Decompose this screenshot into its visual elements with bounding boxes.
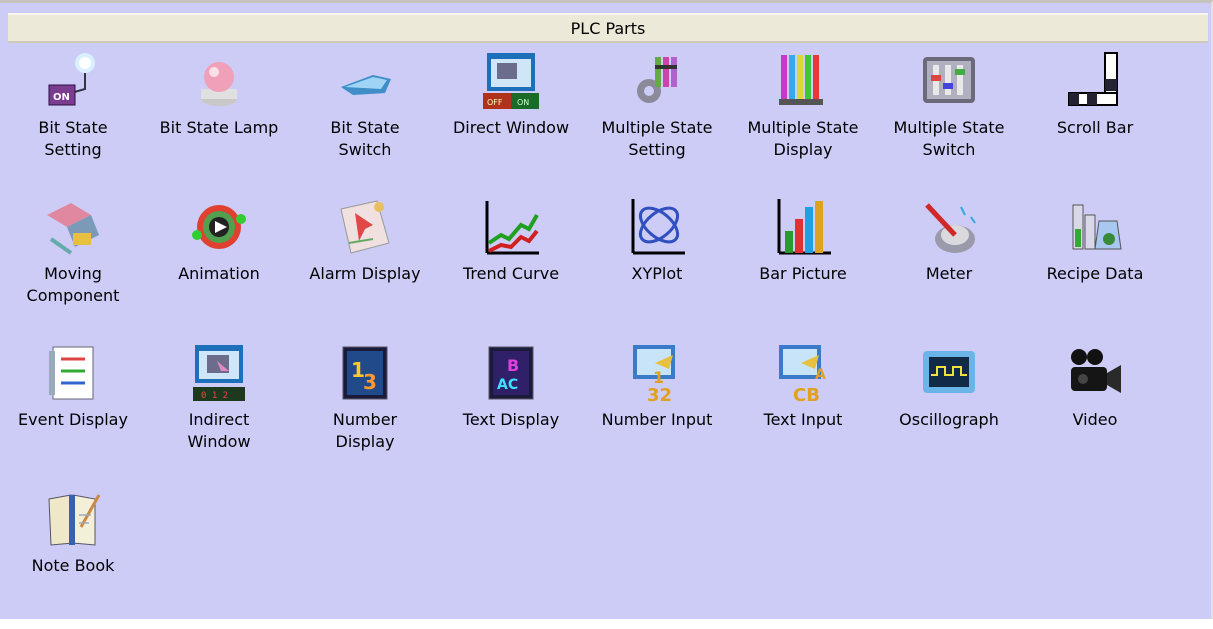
panel-title: PLC Parts <box>570 18 646 38</box>
svg-text:B: B <box>507 356 519 375</box>
part-item[interactable]: 1 32 Number Input <box>584 337 730 483</box>
part-item[interactable]: Bar Picture <box>730 191 876 337</box>
svg-text:3: 3 <box>363 370 377 394</box>
xyplot-icon <box>625 195 689 259</box>
part-item[interactable]: Alarm Display <box>292 191 438 337</box>
part-label: XYPlot <box>631 264 683 283</box>
svg-text:CB: CB <box>793 385 820 405</box>
part-item[interactable]: 0 1 2 Indirect Window <box>146 337 292 483</box>
multi-state-switch-icon <box>917 49 981 113</box>
trend-curve-icon <box>479 195 543 259</box>
plc-parts-panel: PLC Parts ON Bit State Setting Bit State L… <box>0 0 1213 619</box>
part-label: Oscillograph <box>899 410 999 429</box>
alarm-display-icon <box>333 195 397 259</box>
meter-icon <box>917 195 981 259</box>
part-item[interactable]: XYPlot <box>584 191 730 337</box>
direct-window-icon: OFF ON <box>479 49 543 113</box>
multi-state-setting-icon <box>625 49 689 113</box>
part-label: Direct Window <box>452 118 570 137</box>
part-label: Bit State Setting <box>38 118 108 159</box>
part-item[interactable]: ON Bit State Setting <box>0 45 146 191</box>
part-item[interactable]: Note Book <box>0 483 146 629</box>
part-item[interactable]: Animation <box>146 191 292 337</box>
part-label: Number Display <box>332 410 398 451</box>
part-label: Bit State Switch <box>330 118 400 159</box>
lamp-icon <box>187 49 251 113</box>
svg-text:A: A <box>815 367 826 383</box>
part-label: Multiple State Display <box>747 118 859 159</box>
moving-component-icon <box>41 195 105 259</box>
part-item[interactable]: Oscillograph <box>876 337 1022 483</box>
part-item[interactable]: A CB Text Input <box>730 337 876 483</box>
part-label: Scroll Bar <box>1056 118 1134 137</box>
svg-text:AC: AC <box>497 377 518 393</box>
part-label: Text Display <box>462 410 560 429</box>
svg-text:32: 32 <box>647 385 672 405</box>
part-item[interactable]: Moving Component <box>0 191 146 337</box>
part-label: Note Book <box>31 556 115 575</box>
part-label: Number Input <box>601 410 713 429</box>
part-label: Alarm Display <box>309 264 421 283</box>
part-item[interactable]: Trend Curve <box>438 191 584 337</box>
part-item[interactable]: B AC Text Display <box>438 337 584 483</box>
part-label: Video <box>1072 410 1118 429</box>
svg-text:ON: ON <box>517 98 529 107</box>
part-label: Trend Curve <box>462 264 560 283</box>
bar-picture-icon <box>771 195 835 259</box>
part-item[interactable]: 1 3 Number Display <box>292 337 438 483</box>
part-item[interactable]: Multiple State Setting <box>584 45 730 191</box>
multi-state-display-icon <box>771 49 835 113</box>
oscillograph-icon <box>917 341 981 405</box>
part-label: Multiple State Switch <box>893 118 1005 159</box>
svg-text:OFF: OFF <box>487 98 503 107</box>
part-label: Event Display <box>18 410 128 429</box>
part-item[interactable]: Bit State Switch <box>292 45 438 191</box>
part-item[interactable]: Event Display <box>0 337 146 483</box>
part-label: Indirect Window <box>187 410 251 451</box>
part-item[interactable]: Recipe Data <box>1022 191 1168 337</box>
svg-text:0 1 2: 0 1 2 <box>201 391 228 401</box>
part-label: Recipe Data <box>1046 264 1144 283</box>
text-input-icon: A CB <box>771 341 835 405</box>
part-label: Multiple State Setting <box>601 118 713 159</box>
number-input-icon: 1 32 <box>625 341 689 405</box>
part-label: Moving Component <box>26 264 120 305</box>
switch-icon <box>333 49 397 113</box>
event-display-icon <box>41 341 105 405</box>
part-item[interactable]: Video <box>1022 337 1168 483</box>
part-label: Bar Picture <box>759 264 847 283</box>
part-label: Text Input <box>763 410 843 429</box>
part-label: Meter <box>925 264 973 283</box>
panel-title-bar: PLC Parts <box>8 13 1208 43</box>
bit-state-setting-icon: ON <box>41 49 105 113</box>
part-item[interactable]: Multiple State Switch <box>876 45 1022 191</box>
part-item[interactable]: Scroll Bar <box>1022 45 1168 191</box>
part-item[interactable]: Bit State Lamp <box>146 45 292 191</box>
part-label: Bit State Lamp <box>159 118 279 137</box>
recipe-data-icon <box>1063 195 1127 259</box>
parts-grid: ON Bit State Setting Bit State Lamp Bit Sta… <box>0 45 1190 629</box>
notebook-icon <box>41 487 105 551</box>
text-display-icon: B AC <box>479 341 543 405</box>
number-display-icon: 13 <box>333 341 397 405</box>
part-item[interactable]: Meter <box>876 191 1022 337</box>
animation-icon <box>187 195 251 259</box>
video-camera-icon <box>1063 341 1127 405</box>
indirect-window-icon: 0 1 2 <box>187 341 251 405</box>
part-item[interactable]: Multiple State Display <box>730 45 876 191</box>
scroll-bar-icon <box>1063 49 1127 113</box>
part-label: Animation <box>178 264 260 283</box>
svg-text:ON: ON <box>53 92 70 103</box>
part-item[interactable]: OFF ON Direct Window <box>438 45 584 191</box>
